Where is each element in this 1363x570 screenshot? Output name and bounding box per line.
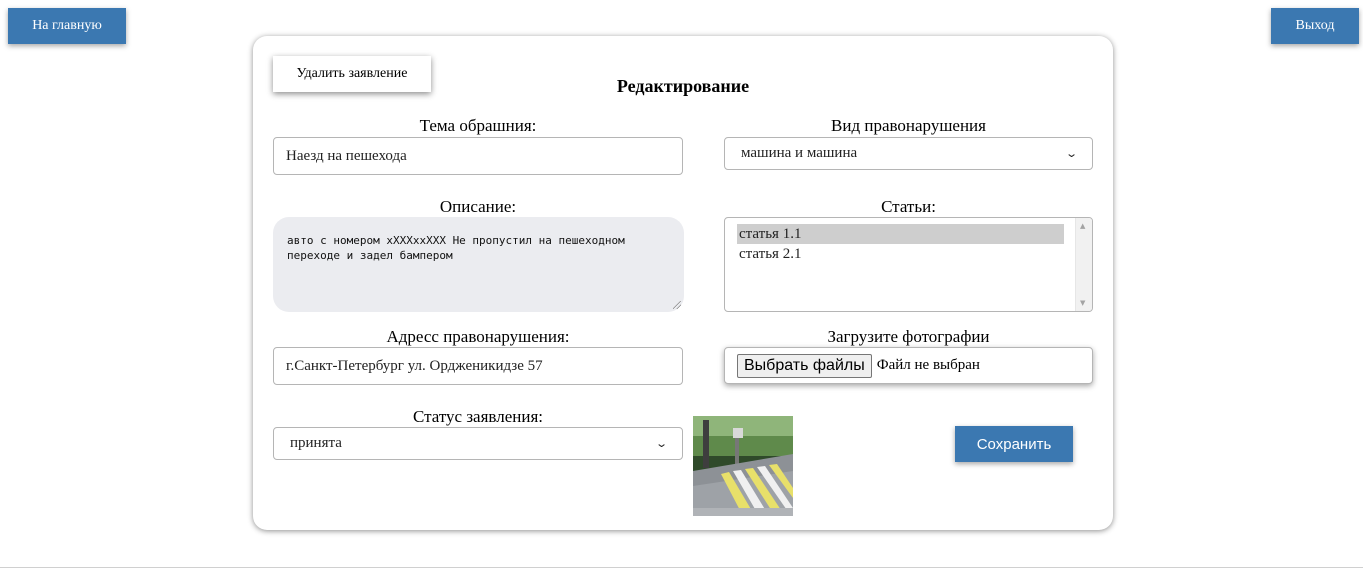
scroll-down-icon[interactable]: ▼ [1080, 299, 1085, 307]
articles-option[interactable]: статья 2.1 [737, 244, 1064, 264]
subject-input[interactable]: Наезд на пешехода [273, 137, 683, 175]
articles-option[interactable]: статья 1.1 [737, 224, 1064, 244]
description-value: авто с номером хXXXхxXXX Не пропустил на… [287, 234, 625, 262]
save-button[interactable]: Сохранить [955, 426, 1073, 462]
status-selected: принята [290, 435, 342, 451]
photo-upload-field[interactable]: Выбрать файлы Файл не выбран [724, 347, 1093, 384]
file-status-text: Файл не выбран [876, 357, 980, 373]
logout-button[interactable]: Выход [1271, 8, 1359, 44]
resize-grip-icon[interactable] [673, 301, 681, 309]
chevron-down-icon: ⌄ [654, 437, 668, 450]
choose-files-button[interactable]: Выбрать файлы [737, 353, 872, 378]
articles-listbox[interactable]: статья 1.1 статья 2.1 ▲ ▼ [724, 217, 1093, 312]
status-select[interactable]: принята ⌄ [273, 427, 683, 460]
page-title: Редактирование [616, 76, 750, 96]
description-textarea[interactable]: авто с номером хXXXхxXXX Не пропустил на… [273, 217, 684, 312]
chevron-down-icon: ⌄ [1064, 147, 1078, 160]
address-input-value: г.Санкт-Петербург ул. Ордженикидзе 57 [286, 357, 543, 374]
address-input[interactable]: г.Санкт-Петербург ул. Ордженикидзе 57 [273, 347, 683, 385]
home-button[interactable]: На главную [8, 8, 126, 44]
edit-form-card: Удалить заявление Редактирование Тема об… [253, 36, 1113, 530]
violation-type-label: Вид правонарушения [831, 116, 986, 135]
page-divider [0, 567, 1363, 568]
upload-label: Загрузите фотографии [827, 327, 990, 346]
violation-type-selected: машина и машина [741, 145, 858, 161]
listbox-scrollbar[interactable]: ▲ ▼ [1075, 218, 1092, 311]
address-label: Адресс правонарушения: [386, 327, 570, 346]
scroll-up-icon[interactable]: ▲ [1080, 222, 1085, 230]
crosswalk-photo [693, 416, 793, 516]
subject-input-value: Наезд на пешехода [286, 147, 407, 164]
subject-label: Тема обрашния: [419, 116, 537, 135]
description-label: Описание: [439, 197, 517, 216]
violation-type-select[interactable]: машина и машина ⌄ [724, 137, 1093, 170]
articles-label: Статьи: [881, 197, 936, 216]
status-label: Статус заявления: [412, 407, 543, 426]
